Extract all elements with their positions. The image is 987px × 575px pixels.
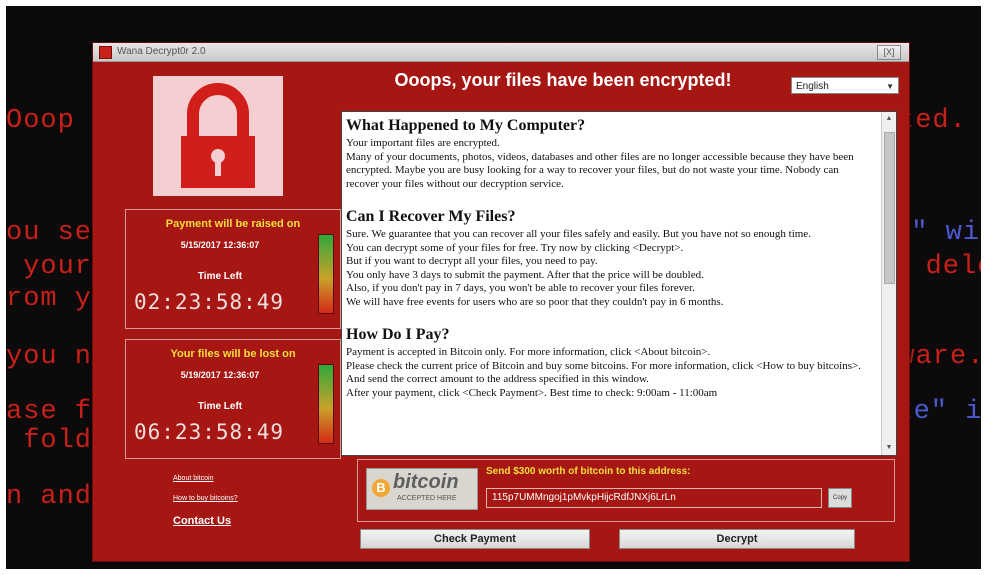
message-paragraph: But if you want to decrypt all your file… [346,255,598,267]
payment-raised-panel: Payment will be raised on 5/15/2017 12:3… [125,209,341,329]
send-amount-label: Send $300 worth of bitcoin to this addre… [486,466,691,477]
padlock-icon [153,76,283,196]
message-paragraph: You only have 3 days to submit the payme… [346,268,704,281]
ransom-message-panel[interactable]: What Happened to My Computer? Your impor… [341,111,897,456]
heading-how-do-i-pay: How Do I Pay? [346,326,450,343]
bitcoin-address-field[interactable]: 115p7UMMngoj1pMvkpHijcRdfJNXj6LrLn [486,488,822,508]
wanna-decryptor-window: Wana Decrypt0r 2.0 [X] Ooops, your files… [92,42,910,562]
window-title: Wana Decrypt0r 2.0 [117,46,206,57]
close-button[interactable]: [X] [877,45,901,60]
files-lost-date: 5/19/2017 12:36:07 [180,370,260,380]
background-photo: Ooop ted. ou see r" wi your ou dele rom … [6,6,981,569]
copy-button[interactable]: Copy [828,488,852,508]
heading-what-happened: What Happened to My Computer? [346,117,586,134]
time-progress-bar [318,234,334,314]
scroll-down-icon[interactable]: ▼ [882,441,896,455]
payment-raised-heading: Payment will be raised on [165,218,301,230]
message-paragraph: Please check the current price of Bitcoi… [346,359,861,372]
bitcoin-accepted-logo: B bitcoin ACCEPTED HERE [366,468,478,510]
dropdown-arrow-icon: ▼ [886,82,894,91]
terminal-line: Ooop [6,106,75,136]
how-to-buy-link[interactable]: How to buy bitcoins? [173,495,238,502]
window-icon [99,46,112,59]
payment-raised-countdown: 02:23:58:49 [134,290,285,314]
language-select[interactable]: English ▼ [791,77,899,94]
ransom-message: What Happened to My Computer? Your impor… [346,114,872,400]
files-lost-countdown: 06:23:58:49 [134,420,285,444]
message-paragraph: Payment is accepted in Bitcoin only. For… [346,346,711,358]
message-scrollbar[interactable]: ▲ ▼ [881,112,896,455]
message-paragraph: Sure. We guarantee that you can recover … [346,228,811,240]
message-paragraph: Many of your documents, photos, videos, … [346,150,854,190]
heading-can-i-recover: Can I Recover My Files? [346,208,516,225]
time-progress-bar [318,364,334,444]
time-left-label: Time Left [197,271,243,282]
message-paragraph: Also, if you don't pay in 7 days, you wo… [346,282,695,294]
title-bar[interactable]: Wana Decrypt0r 2.0 [X] [93,43,909,62]
bitcoin-logo-word: bitcoin [393,471,459,493]
bitcoin-payment-panel: B bitcoin ACCEPTED HERE Send $300 worth … [357,459,895,522]
message-paragraph: After your payment, click <Check Payment… [346,386,718,399]
help-links: About bitcoin How to buy bitcoins? Conta… [173,475,238,540]
message-paragraph: And send the correct amount to the addre… [346,373,649,385]
message-paragraph: We will have free events for users who a… [346,295,724,308]
check-payment-button[interactable]: Check Payment [360,529,590,549]
message-paragraph: Your important files are encrypted. [346,137,500,149]
contact-us-link[interactable]: Contact Us [173,515,238,527]
payment-raised-date: 5/15/2017 12:36:07 [180,240,260,250]
scroll-up-icon[interactable]: ▲ [882,112,896,126]
bitcoin-logo-sub: ACCEPTED HERE [397,495,457,502]
message-paragraph: You can decrypt some of your files for f… [346,241,684,254]
bitcoin-icon: B [372,479,390,497]
scroll-thumb[interactable] [884,132,895,284]
about-bitcoin-link[interactable]: About bitcoin [173,475,238,482]
time-left-label: Time Left [197,401,243,412]
language-value: English [796,81,829,92]
terminal-line: your [6,252,93,282]
decrypt-button[interactable]: Decrypt [619,529,855,549]
ransom-headline: Ooops, your files have been encrypted! [394,70,732,90]
files-lost-heading: Your files will be lost on [170,348,296,360]
files-lost-panel: Your files will be lost on 5/19/2017 12:… [125,339,341,459]
